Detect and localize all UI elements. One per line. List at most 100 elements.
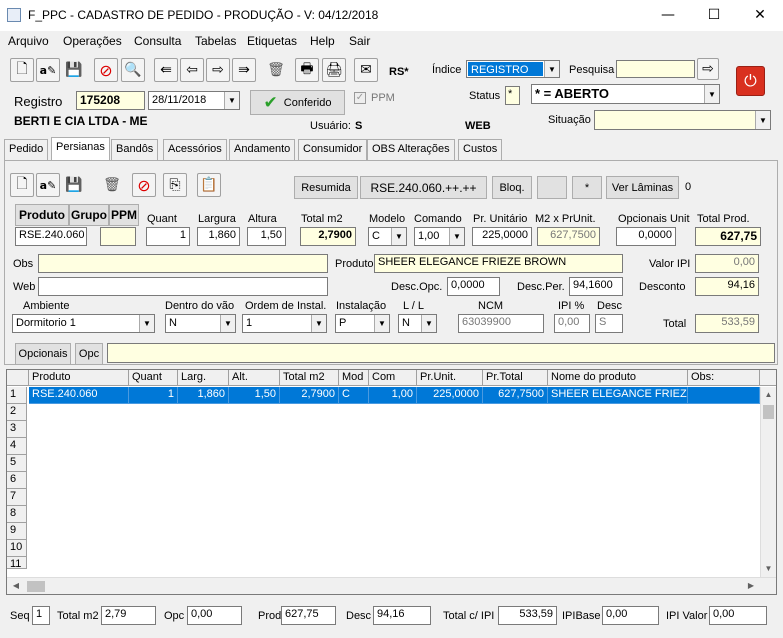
pesquisa-input[interactable] [616, 60, 695, 78]
ppm-button[interactable]: PPM [109, 204, 139, 226]
scroll-down-icon[interactable]: ▼ [761, 561, 776, 577]
col-header-pr-total[interactable]: Pr.Total [483, 370, 548, 386]
menu-help[interactable]: Help [310, 34, 335, 48]
date-picker[interactable]: 28/11/2018 ▼ [148, 91, 240, 110]
tab-obs-alteracoes[interactable]: OBS Alterações [367, 139, 455, 160]
last-record-icon[interactable]: ⇛ [232, 58, 256, 82]
tab-bandos[interactable]: Bandôs [111, 139, 159, 160]
total-m2-input[interactable]: 2,7900 [300, 227, 356, 246]
search-go-icon[interactable]: ⇨ [697, 58, 719, 80]
vertical-scrollbar[interactable]: ▲ ▼ [760, 387, 776, 577]
status-code-input[interactable]: * [505, 86, 520, 105]
comando-select[interactable]: 1,00 ▼ [414, 227, 465, 246]
previous-record-icon[interactable]: ⇦ [180, 58, 204, 82]
tab-pedido[interactable]: Pedido [4, 139, 49, 160]
desc-per-input[interactable]: 94,1600 [569, 277, 623, 296]
modelo-select[interactable]: C ▼ [368, 227, 407, 246]
largura-input[interactable]: 1,860 [197, 227, 240, 246]
altura-input[interactable]: 1,50 [247, 227, 286, 246]
col-header-total-m2[interactable]: Total m2 [280, 370, 339, 386]
paste-item-icon[interactable]: 📋 [197, 173, 221, 197]
copy-item-icon[interactable]: ⎘ [163, 173, 187, 197]
obs-input[interactable] [38, 254, 328, 273]
menu-etiquetas[interactable]: Etiquetas [247, 34, 297, 48]
col-header-produto[interactable]: Produto [29, 370, 129, 386]
produto-button[interactable]: Produto [15, 204, 69, 226]
menu-arquivo[interactable]: Arquivo [8, 34, 49, 48]
print-preview-icon[interactable]: 🖨 [322, 58, 346, 82]
tab-acessorios[interactable]: Acessórios [163, 139, 227, 160]
dentro-do-vao-select[interactable]: N ▼ [165, 314, 236, 333]
menu-consulta[interactable]: Consulta [134, 34, 181, 48]
tab-andamento[interactable]: Andamento [229, 139, 296, 160]
desc-opc-input[interactable]: 0,0000 [447, 277, 500, 296]
col-header-quant[interactable]: Quant [129, 370, 178, 386]
indice-select[interactable]: REGISTRO ▼ [466, 60, 560, 78]
ambiente-select[interactable]: Dormitorio 1 ▼ [12, 314, 155, 333]
col-header-pr-unit[interactable]: Pr.Unit. [417, 370, 483, 386]
print-icon[interactable]: 🖶 [295, 58, 319, 82]
opc-button[interactable]: Opc [75, 343, 103, 365]
col-header-obs[interactable]: Obs: [688, 370, 760, 386]
scroll-up-icon[interactable]: ▲ [761, 387, 776, 403]
new-item-icon[interactable]: 🗋 [10, 173, 34, 197]
ppm-checkbox[interactable]: ✓ [354, 92, 366, 104]
horizontal-scrollbar[interactable]: ◀ ▶ [7, 577, 776, 594]
ordem-instal-select[interactable]: 1 ▼ [242, 314, 327, 333]
tab-consumidor[interactable]: Consumidor [298, 139, 368, 160]
bloq-button[interactable]: Bloq. [492, 176, 532, 199]
instalacao-select[interactable]: P ▼ [335, 314, 390, 333]
next-record-icon[interactable]: ⇨ [206, 58, 230, 82]
opcionais-unit-input[interactable]: 0,0000 [616, 227, 676, 246]
star-button[interactable]: * [572, 176, 602, 199]
grupo-input[interactable] [100, 227, 136, 246]
cell-total-m2[interactable]: 2,7900 [280, 387, 339, 404]
col-header-larg[interactable]: Larg. [178, 370, 229, 386]
tab-custos[interactable]: Custos [458, 139, 503, 160]
menu-sair[interactable]: Sair [349, 34, 370, 48]
col-header-mod[interactable]: Mod [339, 370, 369, 386]
col-header-nome-produto[interactable]: Nome do produto [548, 370, 688, 386]
registro-input[interactable]: 175208 [76, 91, 145, 110]
send-mail-icon[interactable]: ✉ [354, 58, 378, 82]
first-record-icon[interactable]: ⇚ [154, 58, 178, 82]
produto-code-input[interactable]: RSE.240.060 [15, 227, 87, 246]
ll-select[interactable]: N ▼ [398, 314, 437, 333]
col-header-alt[interactable]: Alt. [229, 370, 280, 386]
blank-button[interactable] [537, 176, 567, 199]
cancel-icon[interactable]: ⊘ [94, 58, 118, 82]
scroll-right-icon[interactable]: ▶ [744, 578, 758, 594]
cell-larg[interactable]: 1,860 [178, 387, 229, 404]
conferido-button[interactable]: ✔ Conferido [250, 90, 345, 115]
edit-item-icon[interactable]: a✎ [36, 173, 60, 197]
save-disk-icon[interactable]: 💾 [62, 58, 86, 82]
col-header-com[interactable]: Com [369, 370, 417, 386]
cell-quant[interactable]: 1 [129, 387, 178, 404]
cancel-item-icon[interactable]: ⊘ [132, 173, 156, 197]
power-exit-icon[interactable]: ⏻ [736, 66, 765, 96]
menu-tabelas[interactable]: Tabelas [195, 34, 236, 48]
menu-operacoes[interactable]: Operações [63, 34, 122, 48]
search-icon[interactable]: 🔍 [121, 58, 145, 82]
maximize-button[interactable]: ☐ [691, 0, 737, 31]
new-document-icon[interactable]: 🗋 [10, 58, 34, 82]
situacao-select[interactable]: ▼ [594, 110, 771, 130]
cell-pr-unit[interactable]: 225,0000 [417, 387, 483, 404]
opc-input[interactable] [107, 343, 775, 363]
horizontal-scroll-thumb[interactable] [27, 581, 45, 592]
opcionais-button[interactable]: Opcionais [15, 343, 71, 365]
delete-item-icon[interactable]: 🗑 [100, 173, 124, 197]
edit-text-icon[interactable]: a✎ [36, 58, 60, 82]
vertical-scroll-thumb[interactable] [763, 405, 774, 419]
cell-alt[interactable]: 1,50 [229, 387, 280, 404]
close-window-button[interactable]: ✕ [737, 0, 783, 31]
cell-nome-produto[interactable]: SHEER ELEGANCE FRIEZE [548, 387, 688, 404]
resumida-button[interactable]: Resumida [294, 176, 358, 199]
tab-persianas[interactable]: Persianas [51, 137, 110, 161]
ver-laminas-button[interactable]: Ver Lâminas [606, 176, 679, 199]
pr-unitario-input[interactable]: 225,0000 [472, 227, 532, 246]
save-item-icon[interactable]: 💾 [62, 173, 86, 197]
cell-produto[interactable]: RSE.240.060 [29, 387, 129, 404]
cell-mod[interactable]: C [339, 387, 369, 404]
cell-obs[interactable] [688, 387, 760, 404]
